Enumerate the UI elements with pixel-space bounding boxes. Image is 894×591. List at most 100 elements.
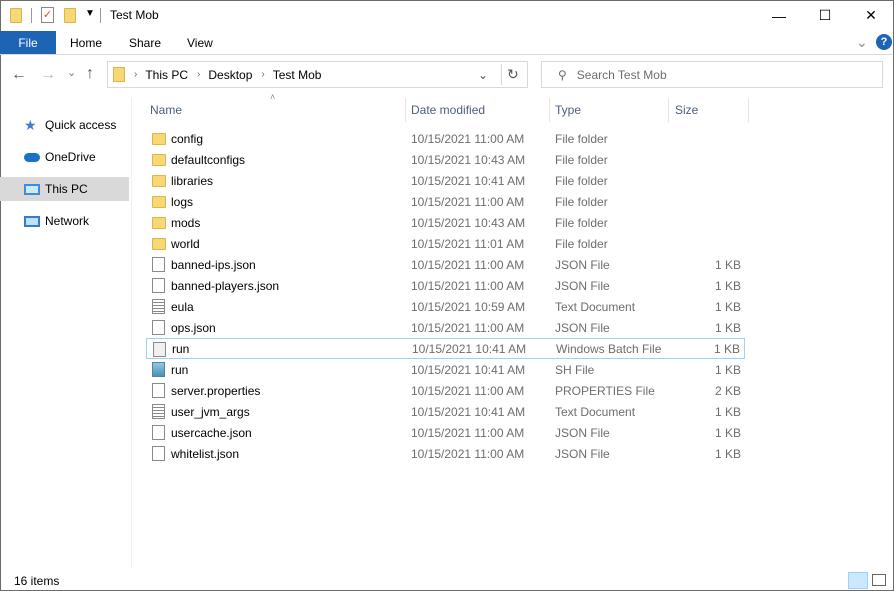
- file-type: JSON File: [555, 257, 610, 272]
- column-divider[interactable]: [748, 98, 749, 122]
- file-row[interactable]: server.properties 10/15/2021 11:00 AM PR…: [146, 380, 745, 401]
- file-row[interactable]: libraries 10/15/2021 10:41 AM File folde…: [146, 170, 745, 191]
- maximize-button[interactable]: ☐: [802, 0, 848, 31]
- column-header-name[interactable]: Name: [150, 98, 182, 122]
- minimize-button[interactable]: —: [756, 0, 802, 31]
- file-type: File folder: [555, 152, 608, 167]
- file-type: File folder: [555, 215, 608, 230]
- sidebar-item-network[interactable]: Network: [0, 209, 129, 233]
- up-button[interactable]: ↑: [86, 65, 94, 83]
- file-row[interactable]: run 10/15/2021 10:41 AM Windows Batch Fi…: [146, 338, 745, 359]
- file-type: JSON File: [555, 425, 610, 440]
- properties-icon[interactable]: ✓: [41, 7, 54, 23]
- forward-button[interactable]: →: [40, 66, 56, 84]
- breadcrumb-test-mob[interactable]: Test Mob: [273, 68, 322, 82]
- address-dropdown-button[interactable]: ⌄: [478, 68, 488, 82]
- file-size: 1 KB: [714, 320, 741, 335]
- customize-toolbar-icon[interactable]: ▼: [85, 8, 95, 19]
- file-date: 10/15/2021 10:41 AM: [411, 362, 526, 377]
- search-box[interactable]: ⚲ Search Test Mob: [541, 61, 883, 88]
- sidebar-item-label: This PC: [45, 182, 88, 196]
- breadcrumb-this-pc[interactable]: This PC: [145, 68, 188, 82]
- file-row[interactable]: banned-players.json 10/15/2021 11:00 AM …: [146, 275, 745, 296]
- breadcrumb-desktop[interactable]: Desktop: [208, 68, 252, 82]
- file-type: Text Document: [555, 404, 636, 419]
- file-row[interactable]: whitelist.json 10/15/2021 11:00 AM JSON …: [146, 443, 745, 464]
- file-type: JSON File: [555, 320, 610, 335]
- file-name: whitelist.json: [171, 446, 240, 461]
- file-date: 10/15/2021 11:00 AM: [411, 194, 525, 209]
- file-row[interactable]: world 10/15/2021 11:01 AM File folder: [146, 233, 745, 254]
- sidebar-item-this-pc[interactable]: This PC: [0, 177, 129, 201]
- file-row[interactable]: usercache.json 10/15/2021 11:00 AM JSON …: [146, 422, 745, 443]
- folder-icon: [152, 154, 166, 166]
- file-name: libraries: [171, 173, 214, 188]
- file-row[interactable]: logs 10/15/2021 11:00 AM File folder: [146, 191, 745, 212]
- file-size: 1 KB: [714, 446, 741, 461]
- file-icon: [152, 278, 165, 293]
- tab-share[interactable]: Share: [129, 36, 161, 50]
- file-icon: [152, 299, 165, 314]
- file-name: banned-ips.json: [171, 257, 256, 272]
- folder-icon: [152, 238, 166, 250]
- file-name: banned-players.json: [171, 278, 280, 293]
- tab-home[interactable]: Home: [70, 36, 102, 50]
- file-row[interactable]: defaultconfigs 10/15/2021 10:43 AM File …: [146, 149, 745, 170]
- file-row[interactable]: ops.json 10/15/2021 11:00 AM JSON File 1…: [146, 317, 745, 338]
- file-name: defaultconfigs: [171, 152, 246, 167]
- status-item-count: 16 items: [14, 574, 60, 588]
- expand-ribbon-icon[interactable]: ⌄: [856, 34, 868, 51]
- network-icon: [24, 215, 40, 227]
- file-type: Windows Batch File: [556, 341, 662, 356]
- column-header-date[interactable]: Date modified: [411, 98, 485, 122]
- details-view-button[interactable]: [848, 572, 868, 589]
- file-type: JSON File: [555, 446, 610, 461]
- window-title: Test Mob: [110, 8, 159, 22]
- ribbon-divider: [0, 54, 892, 55]
- file-date: 10/15/2021 11:00 AM: [411, 278, 525, 293]
- column-divider[interactable]: [549, 98, 550, 122]
- file-size: 1 KB: [714, 425, 741, 440]
- address-bar[interactable]: › This PC › Desktop › Test Mob ⌄ ↻: [107, 61, 528, 88]
- help-icon[interactable]: ?: [876, 34, 892, 50]
- file-name: config: [171, 131, 204, 146]
- file-date: 10/15/2021 10:59 AM: [411, 299, 526, 314]
- file-row[interactable]: run 10/15/2021 10:41 AM SH File 1 KB: [146, 359, 745, 380]
- file-size: 1 KB: [714, 362, 741, 377]
- file-date: 10/15/2021 11:01 AM: [411, 236, 525, 251]
- sidebar-item-onedrive[interactable]: OneDrive: [0, 145, 129, 169]
- file-row[interactable]: eula 10/15/2021 10:59 AM Text Document 1…: [146, 296, 745, 317]
- file-row[interactable]: user_jvm_args 10/15/2021 10:41 AM Text D…: [146, 401, 745, 422]
- search-input[interactable]: Search Test Mob: [577, 68, 667, 82]
- folder-icon: [152, 196, 166, 208]
- sort-ascending-icon: ˄: [270, 92, 276, 102]
- tab-file[interactable]: File: [0, 31, 56, 54]
- sidebar-item-label: Network: [45, 214, 90, 228]
- search-icon: ⚲: [558, 67, 567, 82]
- file-size: 1 KB: [713, 341, 740, 356]
- tab-view[interactable]: View: [187, 36, 213, 50]
- file-row[interactable]: banned-ips.json 10/15/2021 11:00 AM JSON…: [146, 254, 745, 275]
- cloud-icon: [24, 152, 40, 162]
- back-button[interactable]: ←: [11, 66, 27, 84]
- file-type: File folder: [555, 194, 608, 209]
- computer-icon: [24, 183, 40, 195]
- recent-locations-button[interactable]: ⌄: [67, 66, 76, 79]
- file-row[interactable]: config 10/15/2021 11:00 AM File folder: [146, 128, 745, 149]
- file-date: 10/15/2021 10:41 AM: [411, 404, 526, 419]
- divider: [31, 8, 32, 23]
- column-header-size[interactable]: Size: [675, 98, 698, 122]
- chevron-right-icon: ›: [197, 69, 201, 80]
- column-divider[interactable]: [405, 98, 406, 122]
- large-icons-view-button[interactable]: [872, 574, 886, 586]
- close-button[interactable]: ✕: [848, 0, 894, 31]
- sidebar-item-quick-access[interactable]: ★ Quick access: [0, 113, 129, 137]
- folder-icon: [152, 175, 166, 187]
- column-header-type[interactable]: Type: [555, 98, 581, 122]
- column-divider[interactable]: [668, 98, 669, 122]
- new-folder-icon[interactable]: [64, 8, 76, 23]
- refresh-button[interactable]: ↻: [507, 66, 519, 83]
- file-size: 1 KB: [714, 257, 741, 272]
- file-row[interactable]: mods 10/15/2021 10:43 AM File folder: [146, 212, 745, 233]
- folder-icon[interactable]: [10, 8, 22, 23]
